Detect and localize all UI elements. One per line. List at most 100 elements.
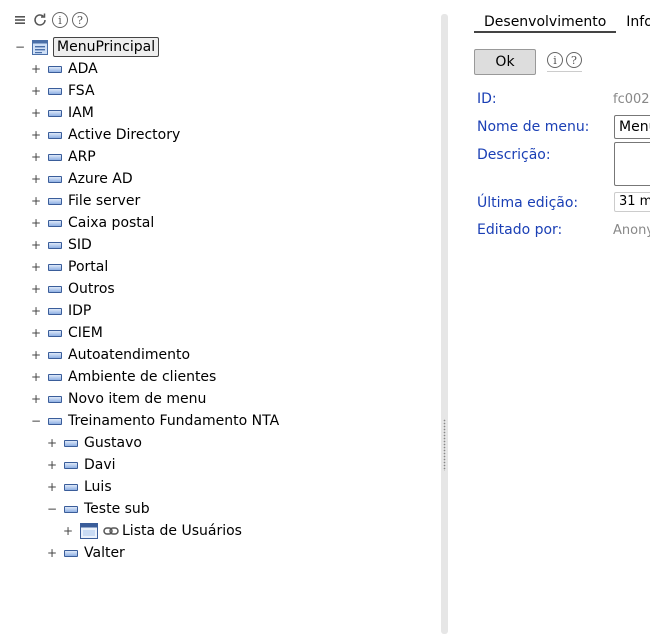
ok-button[interactable]: Ok <box>474 49 536 75</box>
expand-icon[interactable]: + <box>46 458 58 472</box>
tree-item[interactable]: + Valter <box>46 542 125 564</box>
tree-item-label[interactable]: ADA <box>68 61 98 77</box>
refresh-icon[interactable] <box>31 11 49 29</box>
tree-root[interactable]: − MenuPrincipal <box>14 36 160 58</box>
tree-item-label[interactable]: File server <box>68 193 140 209</box>
tree-item[interactable]: + Novo item de menu <box>30 388 206 410</box>
tab-bar: Desenvolvimento Informações <box>474 11 650 33</box>
last-edit-value: 31 mai <box>614 192 650 212</box>
tree-item[interactable]: + Luis <box>46 476 112 498</box>
tree-item-label[interactable]: CIEM <box>68 325 103 341</box>
collapse-icon[interactable]: − <box>46 502 58 516</box>
tree-root-label[interactable]: MenuPrincipal <box>53 37 160 57</box>
expand-icon[interactable]: + <box>30 84 42 98</box>
tree-item-label[interactable]: Active Directory <box>68 127 180 143</box>
tree-item[interactable]: + Active Directory <box>30 124 180 146</box>
menu-node-icon <box>48 87 62 95</box>
expand-icon[interactable]: + <box>30 128 42 142</box>
tree-item-label[interactable]: ARP <box>68 149 96 165</box>
tree-item-label[interactable]: Teste sub <box>84 501 150 517</box>
tree-item[interactable]: + Outros <box>30 278 115 300</box>
expand-icon[interactable]: + <box>30 106 42 120</box>
tree-item-label[interactable]: Gustavo <box>84 435 142 451</box>
expand-icon[interactable]: + <box>30 62 42 76</box>
tree-item-label[interactable]: Lista de Usuários <box>122 523 242 539</box>
help-icon[interactable]: ? <box>566 52 582 68</box>
info-icon[interactable]: i <box>51 11 69 29</box>
expand-icon[interactable]: + <box>30 282 42 296</box>
info-icon[interactable]: i <box>547 52 563 68</box>
tree-item-label[interactable]: Autoatendimento <box>68 347 190 363</box>
expand-icon[interactable]: + <box>30 216 42 230</box>
root-menu-icon <box>32 39 48 55</box>
collapse-icon[interactable]: − <box>14 40 26 54</box>
tree-item-label[interactable]: Outros <box>68 281 115 297</box>
tree-item-label[interactable]: Caixa postal <box>68 215 154 231</box>
tree-item[interactable]: − Treinamento Fundamento NTA <box>30 410 279 432</box>
expand-icon[interactable]: + <box>30 304 42 318</box>
expand-icon[interactable]: + <box>30 172 42 186</box>
link-icon <box>103 527 119 535</box>
tree-item[interactable]: + Davi <box>46 454 116 476</box>
tree-item[interactable]: + SID <box>30 234 92 256</box>
tree-item-label[interactable]: Portal <box>68 259 108 275</box>
tree-item[interactable]: + ADA <box>30 58 98 80</box>
tree-item[interactable]: + FSA <box>30 80 95 102</box>
tree-item-label[interactable]: FSA <box>68 83 95 99</box>
tree-item[interactable]: + IAM <box>30 102 94 124</box>
tree-item-label[interactable]: IDP <box>68 303 91 319</box>
expand-icon[interactable]: + <box>30 370 42 384</box>
tree-item[interactable]: − Teste sub <box>46 498 150 520</box>
expand-icon[interactable]: + <box>30 150 42 164</box>
tree-item-label[interactable]: IAM <box>68 105 94 121</box>
menu-node-icon <box>64 439 78 447</box>
edited-by-value: Anonymous <box>613 223 650 238</box>
expand-icon[interactable]: + <box>46 436 58 450</box>
tree-item[interactable]: + File server <box>30 190 140 212</box>
splitter-grip[interactable] <box>443 419 446 471</box>
menu-node-icon <box>48 373 62 381</box>
tree-item[interactable]: + Ambiente de clientes <box>30 366 216 388</box>
expand-icon[interactable]: + <box>30 326 42 340</box>
expand-icon[interactable]: + <box>30 194 42 208</box>
tree-item-label[interactable]: Luis <box>84 479 112 495</box>
menu-node-icon <box>48 263 62 271</box>
collapse-icon[interactable]: − <box>30 414 42 428</box>
menu-node-icon <box>48 153 62 161</box>
tree-item[interactable]: + Caixa postal <box>30 212 154 234</box>
tree-item[interactable]: + ARP <box>30 146 96 168</box>
tree-item[interactable]: + Azure AD <box>30 168 133 190</box>
expand-icon[interactable]: + <box>30 392 42 406</box>
expand-icon[interactable]: + <box>30 348 42 362</box>
tab-development[interactable]: Desenvolvimento <box>474 11 617 33</box>
description-textarea[interactable] <box>614 142 650 186</box>
last-edit-label: Última edição: <box>477 195 579 211</box>
expand-icon[interactable]: + <box>30 238 42 252</box>
expand-icon[interactable]: + <box>30 260 42 274</box>
tree-item-label[interactable]: SID <box>68 237 92 253</box>
tree-item[interactable]: + Autoatendimento <box>30 344 190 366</box>
tree-item[interactable]: + Portal <box>30 256 108 278</box>
tab-information[interactable]: Informações <box>616 11 650 33</box>
menu-node-icon <box>48 241 62 249</box>
tree-item-label[interactable]: Azure AD <box>68 171 133 187</box>
details-pane: Desenvolvimento Informações Ok i ? ID: f… <box>455 0 650 635</box>
tree-item-label[interactable]: Davi <box>84 457 116 473</box>
expand-icon[interactable]: + <box>46 546 58 560</box>
pane-splitter[interactable] <box>441 14 448 634</box>
tree-item[interactable]: + Lista de Usuários <box>62 520 242 542</box>
help-icon[interactable]: ? <box>71 11 89 29</box>
tree-item-label[interactable]: Novo item de menu <box>68 391 206 407</box>
tree-item[interactable]: + IDP <box>30 300 91 322</box>
tree-item-label[interactable]: Valter <box>84 545 125 561</box>
tree-item[interactable]: + CIEM <box>30 322 103 344</box>
window-icon <box>80 523 98 539</box>
menu-icon[interactable] <box>11 11 29 29</box>
tree-item-label[interactable]: Ambiente de clientes <box>68 369 216 385</box>
menu-node-icon <box>48 65 62 73</box>
tree-item-label[interactable]: Treinamento Fundamento NTA <box>68 413 279 429</box>
expand-icon[interactable]: + <box>62 524 74 538</box>
expand-icon[interactable]: + <box>46 480 58 494</box>
menu-name-input[interactable]: MenuPrincipal <box>614 115 650 139</box>
tree-item[interactable]: + Gustavo <box>46 432 142 454</box>
